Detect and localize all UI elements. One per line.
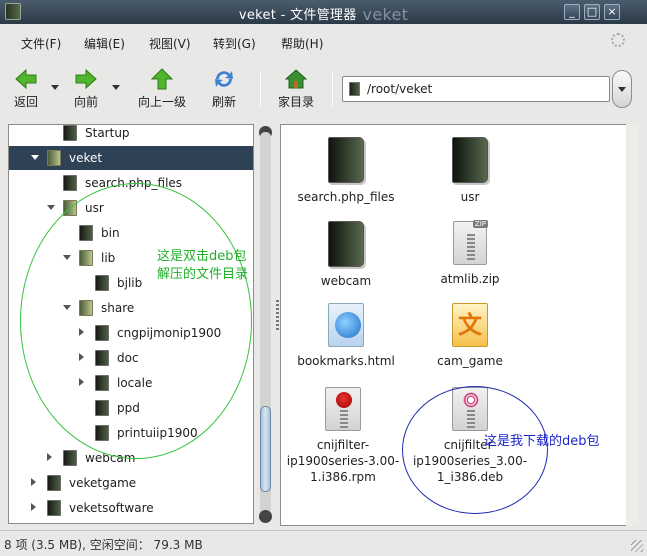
refresh-icon <box>215 71 233 87</box>
icon-view-scrollbar[interactable] <box>626 124 639 526</box>
folder-icon <box>452 137 488 183</box>
tree-item-label: veketgame <box>69 476 137 490</box>
scroll-thumb[interactable] <box>260 406 271 492</box>
title-shadow-text: veket <box>362 5 409 24</box>
forward-label: 向前 <box>73 95 98 109</box>
folder-icon <box>63 450 77 466</box>
menu-view[interactable]: 视图(V) <box>149 35 191 52</box>
up-arrow-icon <box>150 68 174 90</box>
maximize-button[interactable]: □ <box>584 4 600 20</box>
home-icon <box>284 69 308 89</box>
file-item[interactable]: webcam <box>286 221 406 289</box>
resize-grip-icon[interactable] <box>631 540 643 552</box>
expander-closed-icon[interactable] <box>31 503 36 511</box>
activity-spinner-icon <box>611 33 625 47</box>
tree-scrollbar[interactable] <box>257 124 274 524</box>
toolbar-separator <box>260 72 261 106</box>
status-bar: 8 项 (3.5 MB), 空闲空间： 79.3 MB <box>0 530 647 556</box>
back-label: 返回 <box>13 95 38 109</box>
file-name: atmlib.zip <box>440 272 500 286</box>
refresh-label: 刷新 <box>211 95 236 109</box>
status-text: 8 项 (3.5 MB), 空闲空间： 79.3 MB <box>4 538 203 552</box>
refresh-button[interactable]: 刷新 <box>206 68 242 110</box>
blue-annotation-note: 这是我下载的deb包 <box>484 434 600 449</box>
zip-icon: ZIP <box>453 220 488 265</box>
tree-item-label: veketsoftware <box>69 501 154 515</box>
file-item[interactable]: bookmarks.html <box>286 303 406 369</box>
forward-arrow-icon <box>75 68 97 90</box>
file-name: search.php_files <box>297 190 395 204</box>
game-icon: 文 <box>452 303 488 347</box>
location-bar[interactable]: /root/veket <box>342 76 610 102</box>
up-button[interactable]: 向上一级 <box>132 68 192 110</box>
rpm-package-icon <box>325 387 361 431</box>
file-name: bookmarks.html <box>297 354 395 368</box>
menu-file[interactable]: 文件(F) <box>21 35 61 52</box>
forward-button[interactable]: 向前 <box>66 68 106 110</box>
back-arrow-icon <box>15 68 37 90</box>
back-history-dropdown-icon[interactable] <box>51 85 59 90</box>
file-item[interactable]: ZIP atmlib.zip <box>410 220 530 287</box>
file-item[interactable]: search.php_files <box>286 137 406 205</box>
location-dropdown-button[interactable] <box>612 70 632 108</box>
tree-item[interactable]: veketsoftware <box>9 496 253 520</box>
folder-icon <box>47 500 61 516</box>
toolbar-separator <box>332 72 333 106</box>
file-item[interactable]: cnijfilter-ip1900series-3.00- 1.i386.rpm <box>283 387 403 485</box>
expander-open-icon[interactable] <box>31 155 39 160</box>
folder-icon <box>328 137 364 183</box>
folder-icon <box>47 475 61 491</box>
back-button[interactable]: 返回 <box>8 68 44 110</box>
folder-icon <box>63 175 77 191</box>
file-name: usr <box>460 190 480 204</box>
title-bar[interactable]: veket - 文件管理器 veket _ □ × <box>0 0 647 24</box>
location-path[interactable]: /root/veket <box>367 82 432 96</box>
html-icon <box>328 303 364 347</box>
tree-item-label: Startup <box>85 126 130 140</box>
forward-history-dropdown-icon[interactable] <box>112 85 120 90</box>
tree-item[interactable]: Startup <box>9 125 253 145</box>
file-name: cnijfilter-ip1900series-3.00- 1.i386.rpm <box>286 438 400 484</box>
folder-icon <box>349 82 360 96</box>
expander-closed-icon[interactable] <box>31 478 36 486</box>
folder-open-icon <box>47 150 61 166</box>
green-annotation-note: 这是双击deb包 解压的文件目录 <box>157 249 249 282</box>
home-label: 家目录 <box>277 95 314 109</box>
expander-closed-icon[interactable] <box>47 453 52 461</box>
file-name: webcam <box>320 274 372 288</box>
close-button[interactable]: × <box>604 4 620 20</box>
expander-open-icon[interactable] <box>47 205 55 210</box>
tree-item[interactable]: veket <box>9 146 253 170</box>
file-item[interactable]: usr <box>410 137 530 205</box>
tree-item[interactable]: veketgame <box>9 471 253 495</box>
tree-item-label: veket <box>69 151 103 165</box>
menu-edit[interactable]: 编辑(E) <box>84 35 125 52</box>
window-title: veket - 文件管理器 veket <box>238 5 409 24</box>
menu-bar: 文件(F) 编辑(E) 视图(V) 转到(G) 帮助(H) <box>0 26 647 58</box>
file-item[interactable]: 文 cam_game <box>410 303 530 369</box>
pane-splitter-handle[interactable] <box>276 300 279 330</box>
green-annotation-ellipse <box>20 183 252 459</box>
up-label: 向上一级 <box>137 95 186 109</box>
folder-icon <box>63 125 77 141</box>
minimize-button[interactable]: _ <box>564 4 580 20</box>
menu-go[interactable]: 转到(G) <box>213 35 256 52</box>
scroll-down-button[interactable] <box>259 510 272 523</box>
folder-icon <box>328 221 364 267</box>
menu-help[interactable]: 帮助(H) <box>281 35 323 52</box>
file-name: cam_game <box>437 354 503 368</box>
home-button[interactable]: 家目录 <box>274 68 318 110</box>
